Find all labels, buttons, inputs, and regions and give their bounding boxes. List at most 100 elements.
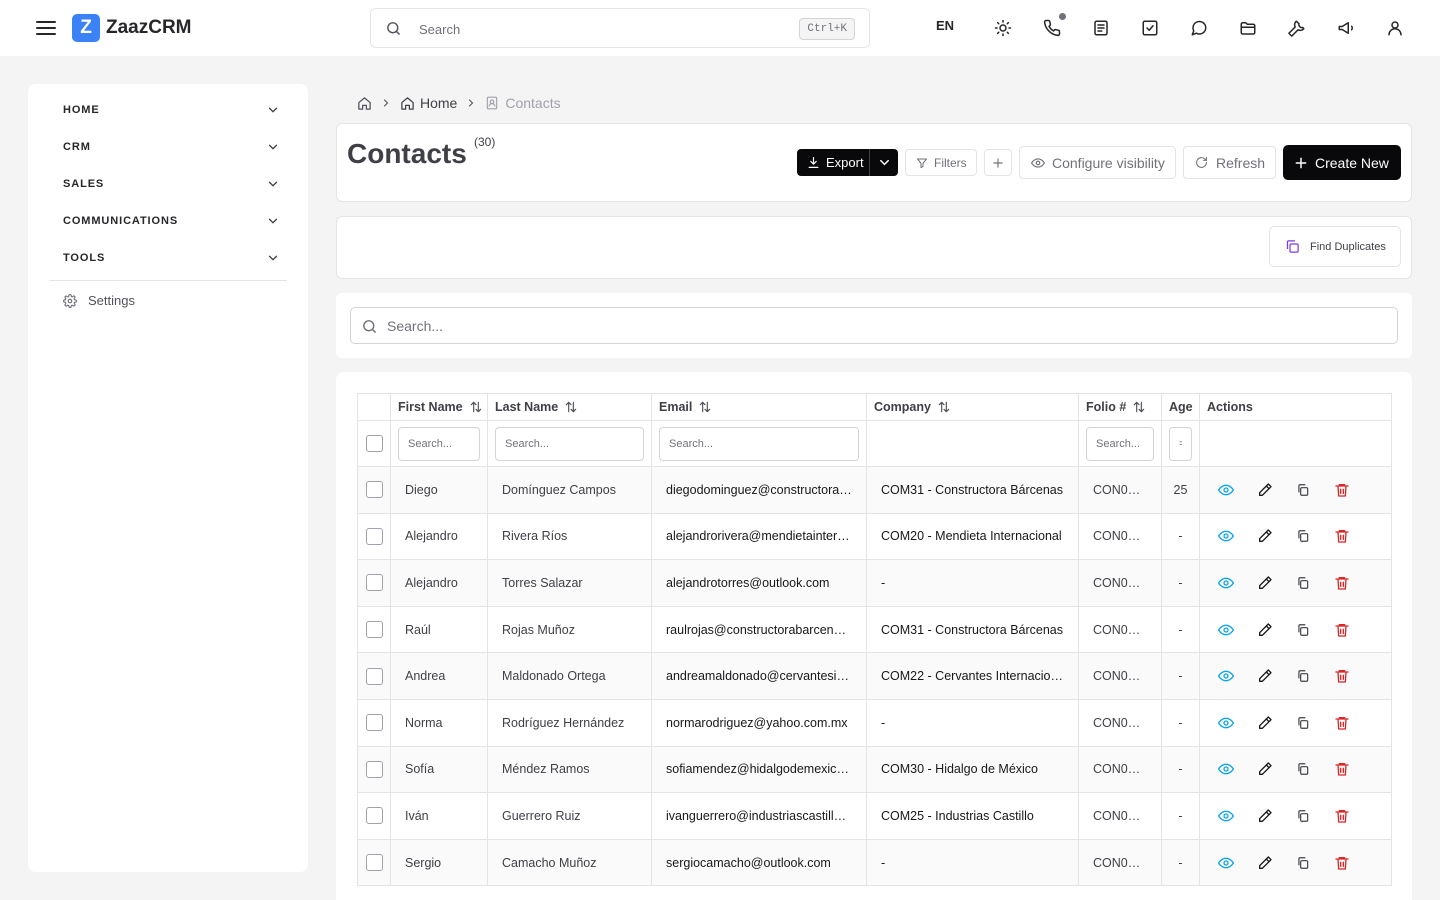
trash-icon[interactable] xyxy=(1330,757,1354,781)
row-checkbox[interactable] xyxy=(365,714,383,732)
sort-icon[interactable] xyxy=(463,400,483,414)
edit-icon[interactable] xyxy=(1253,664,1277,688)
view-icon[interactable] xyxy=(1214,618,1238,642)
view-icon[interactable] xyxy=(1214,524,1238,548)
table-row[interactable]: Iván Guerrero Ruiz ivanguerrero@industrias… xyxy=(357,792,1392,840)
filter-last-name[interactable] xyxy=(495,426,644,461)
sun-icon[interactable] xyxy=(991,16,1015,40)
filter-folio[interactable] xyxy=(1086,426,1154,461)
edit-icon[interactable] xyxy=(1253,711,1277,735)
trash-icon[interactable] xyxy=(1330,664,1354,688)
duplicate-icon[interactable] xyxy=(1291,478,1315,502)
row-checkbox[interactable] xyxy=(365,760,383,778)
sidebar-item-tools[interactable]: TOOLS xyxy=(63,246,280,270)
table-row[interactable]: Alejandro Rivera Ríos alejandrorivera@mend… xyxy=(357,512,1392,561)
duplicate-icon[interactable] xyxy=(1291,571,1315,595)
create-new-button[interactable]: Create New xyxy=(1283,145,1401,180)
hamburger-menu-icon[interactable] xyxy=(34,16,58,40)
global-search-input[interactable] xyxy=(419,18,779,40)
trash-icon[interactable] xyxy=(1330,711,1354,735)
sidebar-item-sales[interactable]: SALES xyxy=(63,172,280,196)
sidebar-item-communications[interactable]: COMMUNICATIONS xyxy=(63,209,280,233)
sort-icon[interactable] xyxy=(692,400,712,414)
table-search-input[interactable] xyxy=(387,316,1367,336)
refresh-button[interactable]: Refresh xyxy=(1183,146,1276,179)
table-row[interactable]: Sergio Camacho Muñoz sergiocamacho@outlook… xyxy=(357,838,1392,887)
edit-icon[interactable] xyxy=(1253,757,1277,781)
column-folio[interactable]: Folio # xyxy=(1078,393,1162,421)
duplicate-icon[interactable] xyxy=(1291,524,1315,548)
column-email[interactable]: Email xyxy=(651,393,867,421)
chat-icon[interactable] xyxy=(1187,16,1211,40)
table-row[interactable]: Norma Rodríguez Hernández normarodriguez@y… xyxy=(357,698,1392,747)
global-search[interactable]: Ctrl+K xyxy=(370,8,870,48)
row-checkbox[interactable] xyxy=(365,667,383,685)
view-icon[interactable] xyxy=(1214,664,1238,688)
row-checkbox[interactable] xyxy=(365,807,383,825)
table-row[interactable]: Diego Domínguez Campos diegodominguez@cons… xyxy=(357,466,1392,514)
trash-icon[interactable] xyxy=(1330,524,1354,548)
table-row[interactable]: Raúl Rojas Muñoz raulrojas@constructorabar… xyxy=(357,605,1392,654)
find-duplicates-button[interactable]: Find Duplicates xyxy=(1269,226,1401,267)
export-dropdown-button[interactable] xyxy=(869,149,898,176)
trash-icon[interactable] xyxy=(1330,804,1354,828)
view-icon[interactable] xyxy=(1214,757,1238,781)
wrench-icon[interactable] xyxy=(1285,16,1309,40)
tasks-icon[interactable] xyxy=(1138,16,1162,40)
view-icon[interactable] xyxy=(1214,571,1238,595)
row-checkbox[interactable] xyxy=(365,854,383,872)
edit-icon[interactable] xyxy=(1253,851,1277,875)
sidebar-item-settings[interactable]: Settings xyxy=(63,293,135,308)
sidebar-item-home[interactable]: HOME xyxy=(63,98,280,122)
breadcrumb-home[interactable]: Home xyxy=(400,95,457,111)
edit-icon[interactable] xyxy=(1253,571,1277,595)
row-checkbox[interactable] xyxy=(365,621,383,639)
user-icon[interactable] xyxy=(1383,16,1407,40)
trash-icon[interactable] xyxy=(1330,618,1354,642)
sort-icon[interactable] xyxy=(1126,400,1146,414)
trash-icon[interactable] xyxy=(1330,571,1354,595)
trash-icon[interactable] xyxy=(1330,851,1354,875)
column-first-name[interactable]: First Name xyxy=(390,393,488,421)
language-switcher[interactable]: EN xyxy=(936,18,954,33)
filter-age[interactable] xyxy=(1169,426,1192,461)
duplicate-icon[interactable] xyxy=(1291,757,1315,781)
row-checkbox[interactable] xyxy=(365,527,383,545)
folder-icon[interactable] xyxy=(1236,16,1260,40)
edit-icon[interactable] xyxy=(1253,804,1277,828)
edit-icon[interactable] xyxy=(1253,478,1277,502)
row-checkbox[interactable] xyxy=(365,574,383,592)
table-row[interactable]: Sofía Méndez Ramos sofiamendez@hidalgodeme… xyxy=(357,745,1392,794)
view-icon[interactable] xyxy=(1214,804,1238,828)
edit-icon[interactable] xyxy=(1253,618,1277,642)
duplicate-icon[interactable] xyxy=(1291,851,1315,875)
duplicate-icon[interactable] xyxy=(1291,664,1315,688)
column-last-name[interactable]: Last Name xyxy=(487,393,652,421)
trash-icon[interactable] xyxy=(1330,478,1354,502)
duplicate-icon[interactable] xyxy=(1291,618,1315,642)
add-filter-button[interactable] xyxy=(984,149,1012,176)
sort-icon[interactable] xyxy=(558,400,578,414)
filters-button[interactable]: Filters xyxy=(905,149,977,176)
duplicate-icon[interactable] xyxy=(1291,711,1315,735)
table-search[interactable] xyxy=(350,307,1398,344)
column-age[interactable]: Age xyxy=(1161,393,1200,421)
table-row[interactable]: Alejandro Torres Salazar alejandrotorres@o… xyxy=(357,559,1392,607)
sidebar-item-crm[interactable]: CRM xyxy=(63,135,280,159)
select-all-checkbox[interactable] xyxy=(365,435,383,452)
edit-icon[interactable] xyxy=(1253,524,1277,548)
megaphone-icon[interactable] xyxy=(1334,16,1358,40)
table-row[interactable]: Andrea Maldonado Ortega andreamaldonado@ce… xyxy=(357,652,1392,700)
view-icon[interactable] xyxy=(1214,711,1238,735)
column-company[interactable]: Company xyxy=(866,393,1079,421)
app-logo[interactable]: Z ZaazCRM xyxy=(72,14,192,42)
duplicate-icon[interactable] xyxy=(1291,804,1315,828)
filter-first-name[interactable] xyxy=(398,426,480,461)
export-button[interactable]: Export xyxy=(797,149,869,176)
configure-visibility-button[interactable]: Configure visibility xyxy=(1019,146,1176,179)
view-icon[interactable] xyxy=(1214,478,1238,502)
notes-icon[interactable] xyxy=(1089,16,1113,40)
filter-email[interactable] xyxy=(659,426,859,461)
view-icon[interactable] xyxy=(1214,851,1238,875)
home-icon[interactable] xyxy=(357,96,372,111)
